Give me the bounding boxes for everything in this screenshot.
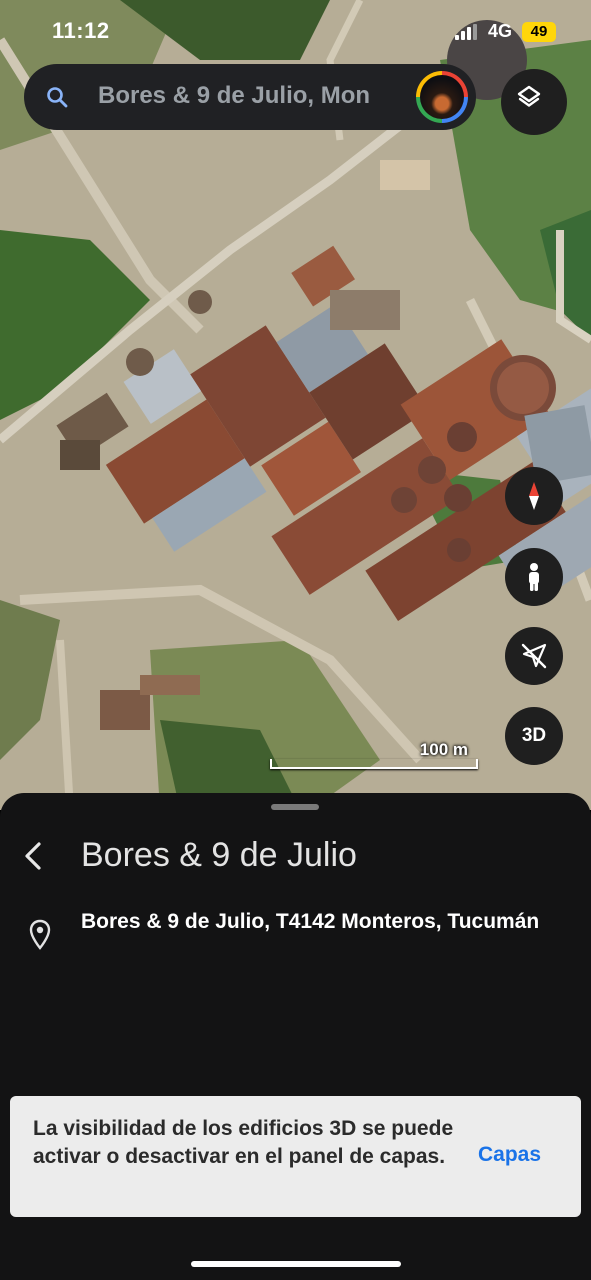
search-icon — [47, 87, 68, 108]
sheet-drag-handle[interactable] — [271, 804, 319, 810]
status-bar: 11:12 4G 49 — [0, 0, 591, 64]
signal-icon — [455, 24, 477, 40]
scale-bar — [270, 759, 478, 769]
toggle-3d-button[interactable]: 3D — [505, 707, 563, 765]
search-bar[interactable]: Bores & 9 de Julio, Mon — [24, 64, 476, 130]
map-scale: 100 m — [270, 740, 478, 770]
place-title: Bores & 9 de Julio — [81, 836, 357, 874]
location-off-icon — [521, 643, 547, 669]
place-address: Bores & 9 de Julio, T4142 Monteros, Tucu… — [81, 910, 540, 933]
pegman-icon — [529, 563, 539, 591]
layers-action-button[interactable]: Capas — [478, 1143, 541, 1167]
snackbar-message: La visibilidad de los edificios 3D se pu… — [33, 1117, 454, 1168]
street-view-button[interactable] — [505, 548, 563, 606]
compass-icon — [529, 482, 539, 510]
battery-level: 49 — [522, 22, 556, 42]
home-indicator[interactable] — [191, 1261, 401, 1267]
avatar-image — [420, 75, 464, 119]
location-pin-icon — [29, 919, 51, 950]
account-avatar[interactable] — [416, 71, 468, 123]
scale-label: 100 m — [419, 740, 468, 759]
layers-button[interactable] — [501, 69, 567, 135]
layers-icon — [517, 85, 541, 107]
back-arrow-icon — [25, 842, 41, 870]
info-snackbar: La visibilidad de los edificios 3D se pu… — [10, 1096, 581, 1217]
network-type: 4G — [488, 21, 513, 41]
my-location-button[interactable] — [505, 627, 563, 685]
back-button[interactable] — [14, 833, 54, 877]
compass-button[interactable] — [505, 467, 563, 525]
search-input[interactable]: Bores & 9 de Julio, Mon — [98, 82, 410, 110]
status-time: 11:12 — [52, 18, 110, 43]
